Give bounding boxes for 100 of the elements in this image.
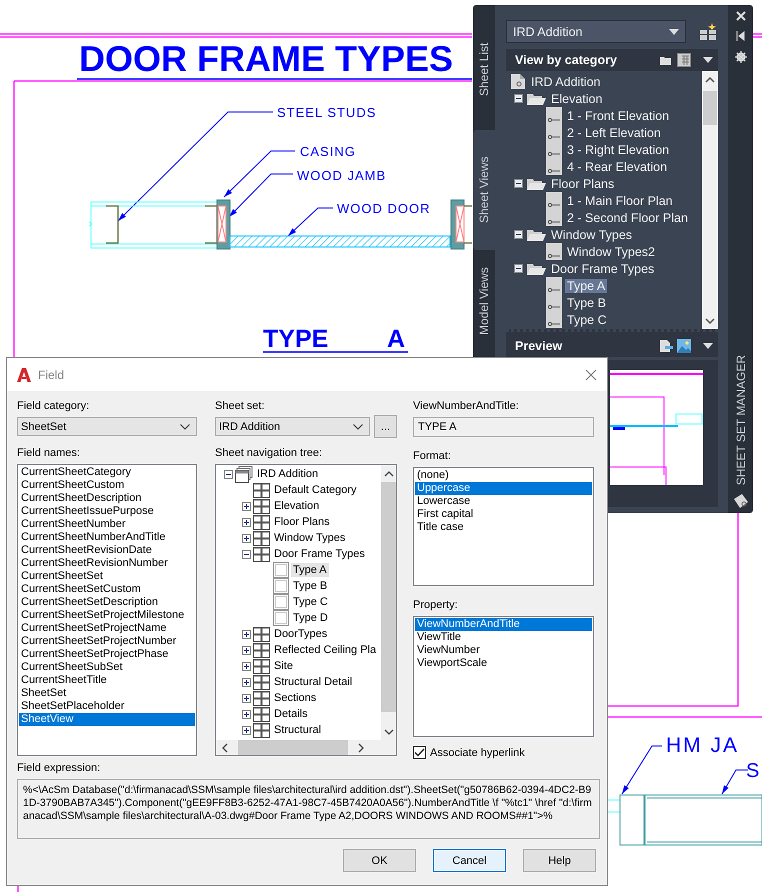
scrollbar[interactable] [381,465,396,740]
tree-item[interactable]: 1 - Main Floor Plan [565,194,675,208]
tree-item[interactable]: Elevation [549,92,604,106]
list-item[interactable]: CurrentSheetSetDescription [19,596,195,609]
expand-icon[interactable] [242,534,251,542]
folder-icon[interactable] [659,54,673,66]
collapse-icon[interactable] [224,470,233,478]
expand-icon[interactable] [242,726,251,734]
tree-item[interactable]: Details [272,707,310,721]
tree-item[interactable]: 1 - Front Elevation [565,108,672,122]
tree-item[interactable]: Window Types2 [565,244,658,258]
dialog-button[interactable]: Help [523,849,596,872]
list-item[interactable]: CurrentSheetIssuePurpose [19,505,195,518]
tree-item[interactable]: Window Types [549,228,634,242]
sheet-set-dropdown[interactable]: IRD Addition [506,20,686,43]
tree-item[interactable]: Type C [565,312,609,326]
tree-item[interactable]: 4 - Rear Elevation [565,160,670,174]
scrollbar-thumb[interactable] [703,91,717,125]
list-box[interactable]: (none) Uppercase Lowercase First capital Title case [413,466,594,586]
close-icon[interactable] [585,368,597,380]
list-item[interactable]: SheetView [19,713,195,726]
list-item[interactable]: CurrentSheetSetProjectName [19,622,195,635]
tree-item[interactable]: Type B [565,296,608,310]
tree-item[interactable]: Floor Plans [549,176,616,190]
tree-item[interactable]: IRD Addition [529,74,602,88]
caret-icon[interactable] [703,343,713,349]
tree-item[interactable]: IRD Addition [255,467,320,481]
tree-item[interactable]: Site [272,659,295,673]
tree-item[interactable]: Type A [291,563,329,577]
tree-item[interactable]: Type B [291,579,330,593]
list-box[interactable] [17,464,197,756]
field-category-dropdown[interactable]: SheetSet [17,417,197,436]
tree-item[interactable]: Window Types [272,531,348,545]
tree-item[interactable]: 3 - Right Elevation [565,142,672,156]
scrollbar[interactable] [216,740,396,755]
scrollbar-thumb[interactable] [381,482,396,712]
list-item[interactable]: CurrentSheetRevisionDate [19,544,195,557]
tree-item[interactable]: Type A [565,278,608,292]
collapse-icon[interactable] [242,550,251,558]
list-item[interactable]: CurrentSheetSetProjectNumber [19,635,195,648]
tree-item[interactable]: Default Category [272,483,359,497]
list-item[interactable]: CurrentSheetNumber [19,518,195,531]
list-item[interactable]: CurrentSheetCustom [19,479,195,492]
list-item[interactable]: ViewportScale [415,657,592,670]
dialog-button[interactable]: Cancel [433,849,506,872]
tree-item[interactable]: Structural [272,723,324,737]
list-item[interactable]: CurrentSheetSetProjectPhase [19,648,195,661]
value-field[interactable]: TYPE A [413,417,594,437]
tree-item[interactable]: Type D [291,611,330,625]
list-item[interactable]: ViewNumber [415,644,592,658]
list-item[interactable]: CurrentSheetTitle [19,674,195,687]
browse-button[interactable]: ... [374,415,397,438]
expand-icon[interactable] [242,646,251,654]
tree-view[interactable]: IRD Addition Default Category Elevation Floor Plans Window Types Door Frame Types Type A Type B Type C Type D DoorTypes Reflected Ceiling Pla Site Structural Detail Sections Details Structural [215,464,397,756]
list-item[interactable]: First capital [415,508,592,521]
list-item[interactable]: (none) [415,468,592,482]
checkbox[interactable] [413,746,426,759]
list-item[interactable]: CurrentSheetNumberAndTitle [19,531,195,544]
expand-icon[interactable] [242,678,251,686]
pin-icon[interactable] [736,31,746,41]
list-item[interactable]: CurrentSheetRevisionNumber [19,557,195,570]
list-item[interactable]: CurrentSheetSetCustom [19,583,195,596]
tree-item[interactable]: Door Frame Types [272,547,367,561]
tree-item[interactable]: Structural Detail [272,675,354,689]
sheet-details-icon[interactable] [659,339,673,353]
collapse-icon[interactable] [514,264,523,273]
list-item[interactable]: SheetSet [19,687,195,700]
tree-item[interactable]: Sections [272,691,318,705]
tree-item[interactable]: Reflected Ceiling Pla [272,643,378,657]
collapse-icon[interactable] [514,230,523,239]
splitter-handle[interactable] [506,329,718,335]
list-item[interactable]: CurrentSheetSet [19,570,195,583]
dialog-button[interactable]: OK [343,849,416,872]
tree-item[interactable]: 2 - Left Elevation [565,126,663,140]
tree-item[interactable]: Floor Plans [272,515,332,529]
expand-icon[interactable] [242,662,251,670]
expand-icon[interactable] [242,710,251,718]
tree-item[interactable]: Type C [291,595,330,609]
new-sheet-set-icon[interactable] [699,22,717,40]
list-item[interactable]: Lowercase [415,494,592,508]
scrollbar-thumb[interactable] [238,740,348,755]
collapse-icon[interactable] [514,179,523,188]
tree-item[interactable]: Door Frame Types [549,262,656,276]
expand-icon[interactable] [242,694,251,702]
tree-item[interactable]: DoorTypes [272,627,330,641]
expand-icon[interactable] [242,502,251,510]
list-item[interactable]: Uppercase [415,482,592,495]
list-item[interactable]: Title case [415,520,592,534]
expand-icon[interactable] [242,630,251,638]
list-item[interactable]: SheetSetPlaceholder [19,700,195,713]
scrollbar[interactable] [702,71,718,329]
settings-icon[interactable] [734,51,746,63]
sheet-set-dropdown[interactable]: IRD Addition [215,417,370,436]
tree-item[interactable]: Elevation [272,499,322,513]
list-item[interactable]: CurrentSheetCategory [19,466,195,479]
list-item[interactable]: CurrentSheetSubSet [19,661,195,674]
collapse-icon[interactable] [514,94,523,103]
list-item[interactable]: ViewNumberAndTitle [415,618,592,632]
panel-tab[interactable]: Sheet Views [473,130,495,250]
tree-item[interactable]: 2 - Second Floor Plan [565,210,690,224]
